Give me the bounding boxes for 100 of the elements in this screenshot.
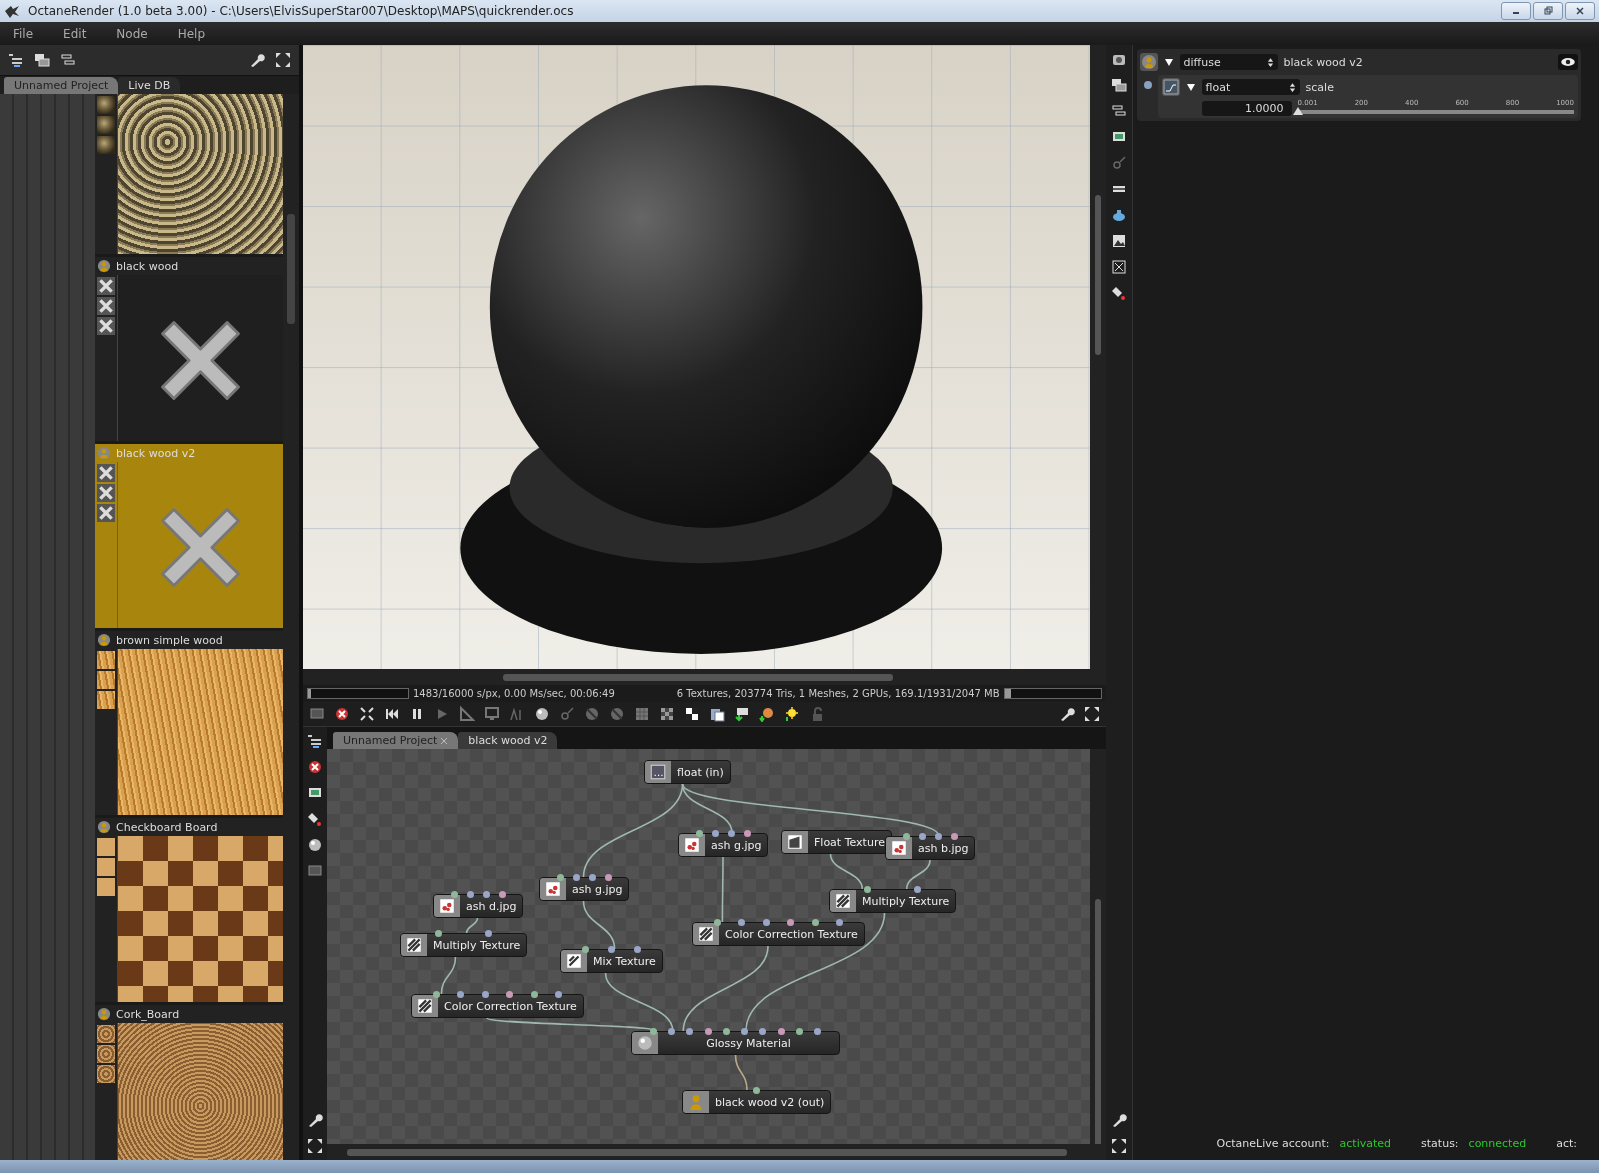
clipboard-icon[interactable] [709,706,725,722]
graph-node[interactable]: Float Texture [781,830,892,854]
node-pin[interactable] [530,991,538,998]
graph-node[interactable]: ash g.jpg [539,877,630,901]
wrench-icon[interactable] [307,1112,323,1128]
material-icon[interactable] [1139,53,1158,71]
node-pin[interactable] [918,833,926,840]
graph-node[interactable]: Color Correction Texture [411,994,584,1018]
node-pin[interactable] [506,991,514,998]
graph-node[interactable]: Multiply Texture [829,889,957,913]
node-pin[interactable] [741,1028,749,1035]
node-pin[interactable] [481,991,489,998]
node-pin[interactable] [796,1028,803,1035]
rows-icon[interactable] [1110,103,1127,119]
node-pin[interactable] [863,886,871,893]
node-pin[interactable] [432,991,440,998]
node-pin[interactable] [450,891,458,898]
graph-node[interactable]: Mix Texture [560,949,663,973]
node-pin[interactable] [787,919,795,926]
node-pin[interactable] [738,919,746,926]
expand-icon[interactable] [307,1138,323,1154]
node-pin[interactable] [762,919,770,926]
paint-icon[interactable] [1110,285,1127,301]
float-graph-icon[interactable] [1161,78,1180,96]
node-pin[interactable] [704,1028,712,1035]
sphere-icon[interactable] [307,837,323,853]
minimize-button[interactable] [1501,2,1531,20]
tab[interactable]: black wood v2 [458,732,558,749]
ruler-icon[interactable] [459,706,475,722]
type-dropdown[interactable]: float [1201,79,1300,95]
wrench-icon[interactable] [249,52,265,68]
material-item[interactable]: Cork_Board [95,1005,283,1160]
windows-icon[interactable] [1110,77,1127,93]
split-icon[interactable] [684,706,700,722]
expand-icon[interactable] [1083,706,1100,722]
node-pin[interactable] [572,874,580,881]
image-icon[interactable] [309,706,325,722]
paint-icon[interactable] [307,811,323,827]
node-pin[interactable] [485,930,493,937]
menu-item[interactable]: Edit [63,26,87,41]
image-icon[interactable] [307,863,323,879]
expand-icon[interactable] [1110,1138,1127,1154]
graph-node[interactable]: Multiply Texture [400,933,528,957]
expand-toggle-icon[interactable] [1163,57,1174,67]
graph-node[interactable]: black wood v2 (out) [682,1090,832,1114]
node-pin[interactable] [498,891,506,898]
rows-icon[interactable] [60,52,76,68]
restore-button[interactable] [1533,2,1563,20]
sphere-icon[interactable] [534,706,550,722]
tab[interactable]: Unnamed Project [333,732,459,749]
shrink-icon[interactable] [359,706,375,722]
node-pin[interactable] [713,919,721,926]
picture-icon[interactable] [1110,233,1127,249]
node-pin[interactable] [667,1028,675,1035]
node-pin[interactable] [914,886,922,893]
scrollbar[interactable] [303,669,1106,685]
node-pin[interactable] [743,830,751,837]
node-pin[interactable] [556,874,564,881]
value-field[interactable]: 1.0000 [1201,101,1292,116]
stop-icon[interactable] [334,706,350,722]
node-pin[interactable] [934,833,942,840]
node-pin[interactable] [722,1028,730,1035]
eye-icon[interactable] [1558,54,1578,70]
node-pin[interactable] [777,1028,785,1035]
checker-icon[interactable] [659,706,675,722]
node-pin[interactable] [711,830,719,837]
download-icon[interactable] [734,706,750,722]
node-pin[interactable] [950,833,958,840]
pin-dropdown[interactable]: diffuse [1179,54,1278,70]
node-pin[interactable] [814,1028,822,1035]
node-pin[interactable] [588,874,596,881]
expand-toggle-icon[interactable] [1185,82,1196,92]
light-icon[interactable] [1110,155,1127,171]
node-pin[interactable] [555,991,563,998]
node-pin[interactable] [434,930,442,937]
sun-icon[interactable] [784,706,800,722]
node-pin[interactable] [695,830,703,837]
node-pin[interactable] [902,833,910,840]
node-pin[interactable] [482,891,490,898]
disc-icon[interactable] [609,706,625,722]
disc-icon[interactable] [584,706,600,722]
node-pin[interactable] [753,1087,761,1094]
material-item[interactable]: Checkboard Board [95,818,283,1005]
graph-node[interactable]: ash d.jpg [433,894,524,918]
node-pin[interactable] [686,1028,694,1035]
node-pin[interactable] [457,991,465,998]
tab[interactable]: Live DB [118,77,181,94]
menu-item[interactable]: Node [116,26,148,41]
material-item[interactable]: black wood [95,257,283,444]
node-pin[interactable] [633,946,641,953]
node-pin[interactable] [759,1028,767,1035]
scrollbar[interactable] [327,1144,1106,1160]
node-pin[interactable] [649,1028,657,1035]
menu-item[interactable]: Help [177,26,206,41]
node-pin[interactable] [466,891,474,898]
menu-item[interactable]: File [13,26,34,41]
node-pin[interactable] [582,946,590,953]
graph-node[interactable]: Glossy Material [631,1031,840,1055]
node-pin[interactable] [607,946,615,953]
monitor-icon[interactable] [484,706,500,722]
